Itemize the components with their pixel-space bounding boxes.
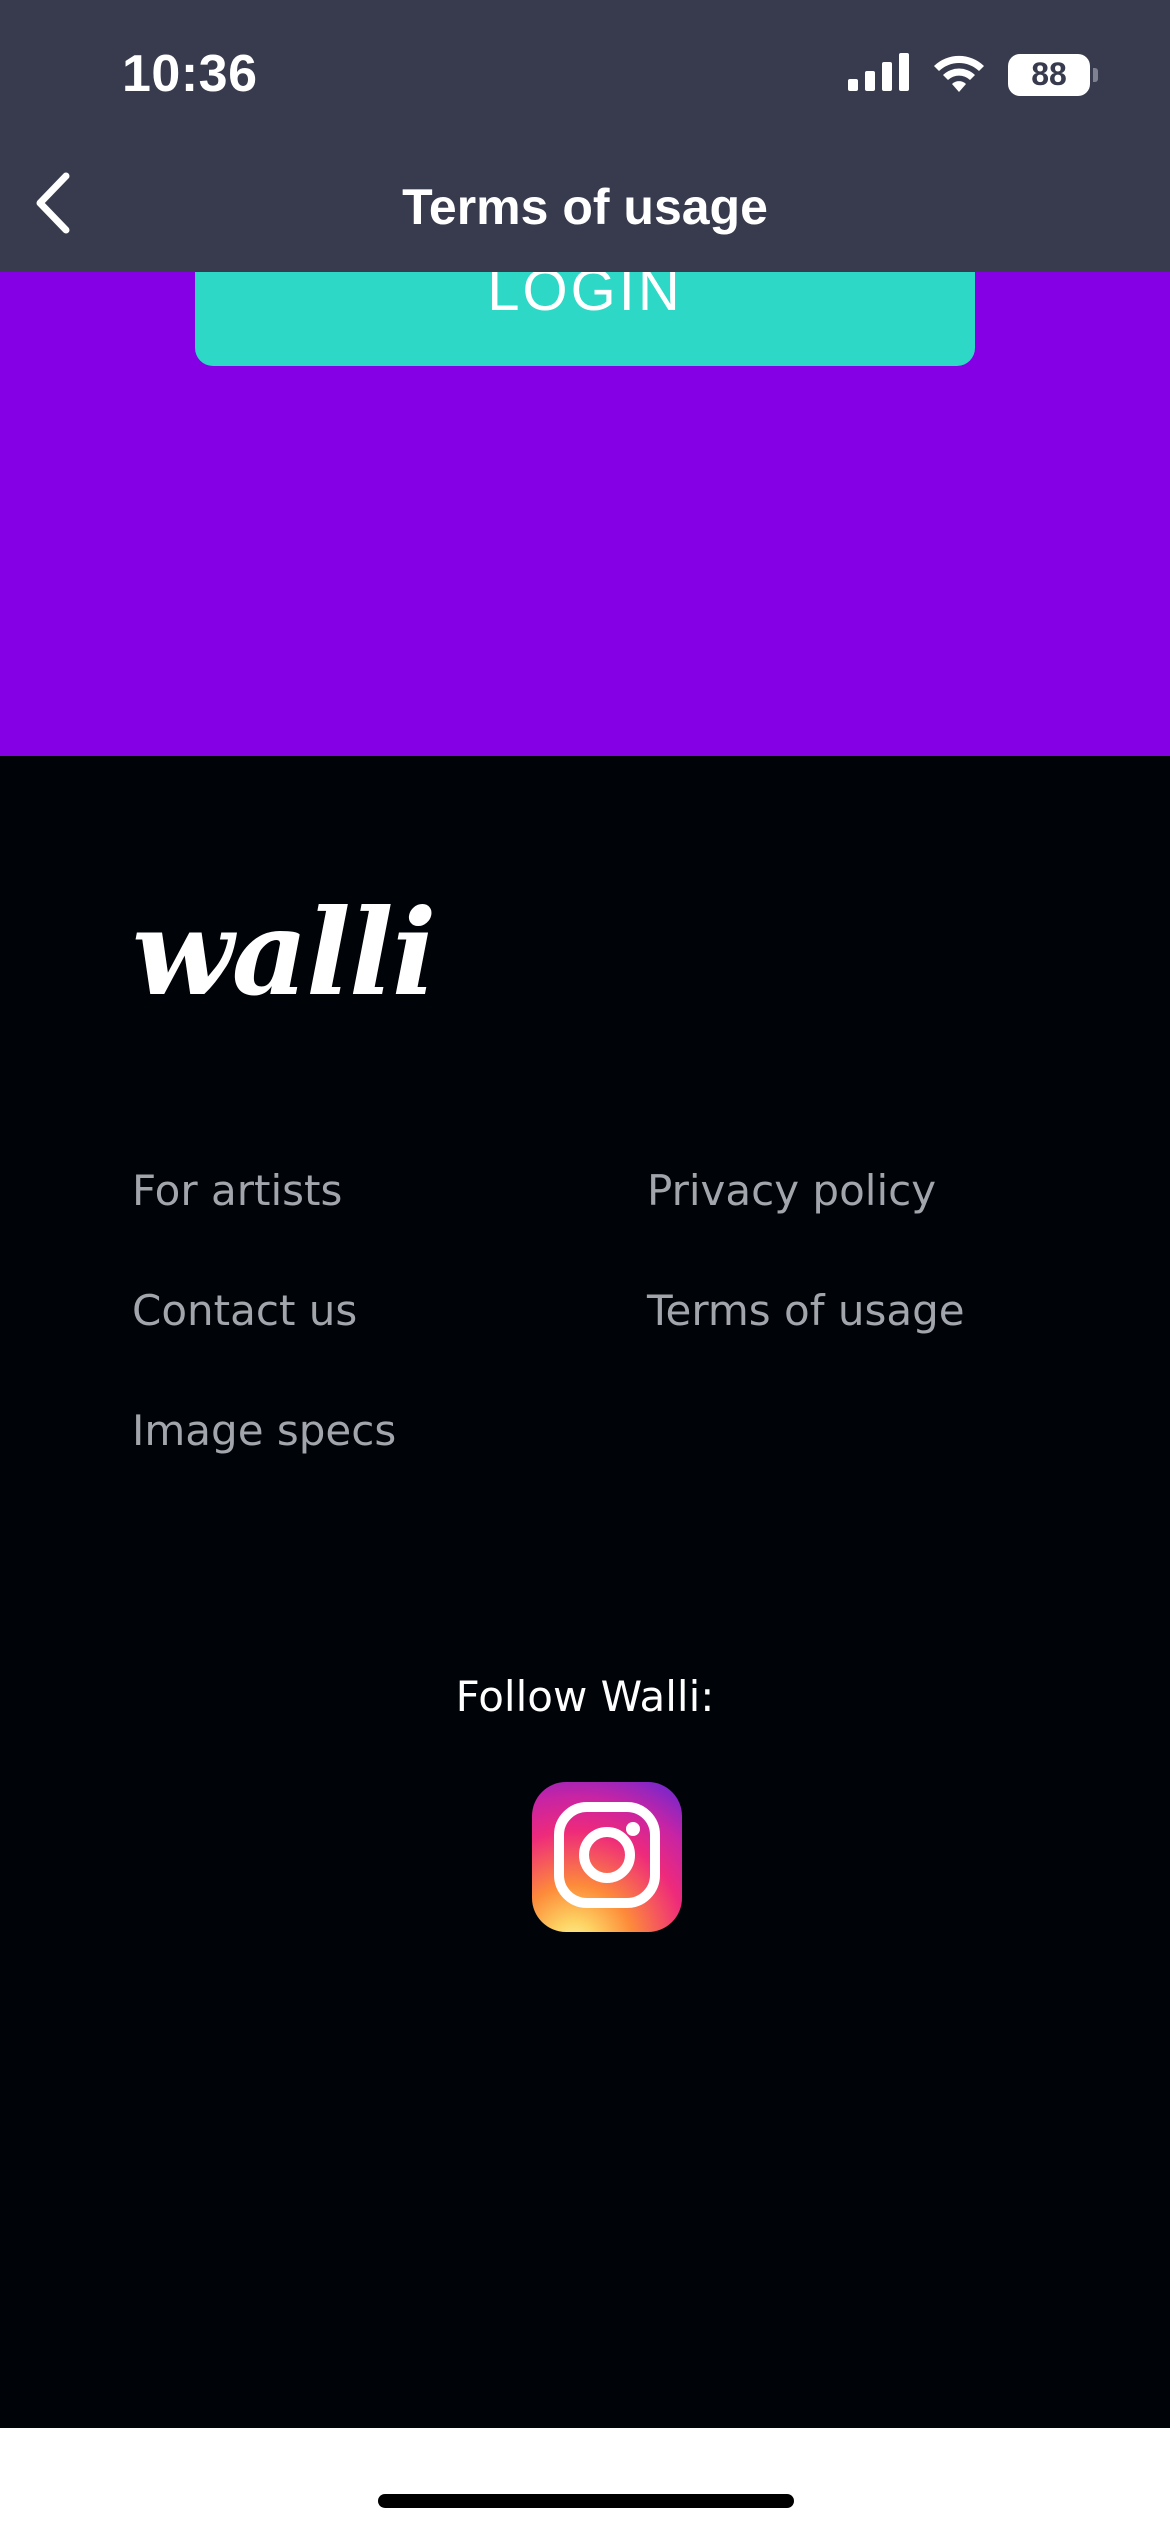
battery-icon: 88	[1008, 53, 1098, 96]
status-icons: 88	[848, 52, 1098, 97]
cellular-signal-icon	[848, 53, 910, 96]
home-indicator[interactable]	[378, 2494, 794, 2508]
footer-link-privacy-policy[interactable]: Privacy policy	[647, 1166, 936, 1215]
instagram-button[interactable]	[532, 1782, 682, 1932]
top-bar: 10:36 88 Terms of usage	[0, 0, 1170, 272]
footer-link-image-specs[interactable]: Image specs	[132, 1406, 396, 1455]
footer: walli For artists Contact us Image specs…	[0, 756, 1170, 2428]
footer-link-terms-of-usage[interactable]: Terms of usage	[647, 1286, 965, 1335]
page: 10:36 88 Terms of usage LOGIN walli For …	[0, 0, 1170, 2532]
hero-section: LOGIN	[0, 232, 1170, 756]
page-title: Terms of usage	[402, 179, 768, 235]
follow-label: Follow Walli:	[455, 1672, 715, 1721]
wifi-icon	[932, 52, 986, 97]
status-time: 10:36	[122, 45, 258, 103]
home-indicator-area	[0, 2428, 1170, 2532]
footer-link-for-artists[interactable]: For artists	[132, 1166, 342, 1215]
battery-tip	[1093, 67, 1098, 82]
instagram-icon	[549, 1797, 665, 1918]
walli-logo[interactable]: walli	[132, 894, 437, 1012]
battery-level: 88	[1031, 56, 1067, 92]
footer-link-contact-us[interactable]: Contact us	[132, 1286, 357, 1335]
